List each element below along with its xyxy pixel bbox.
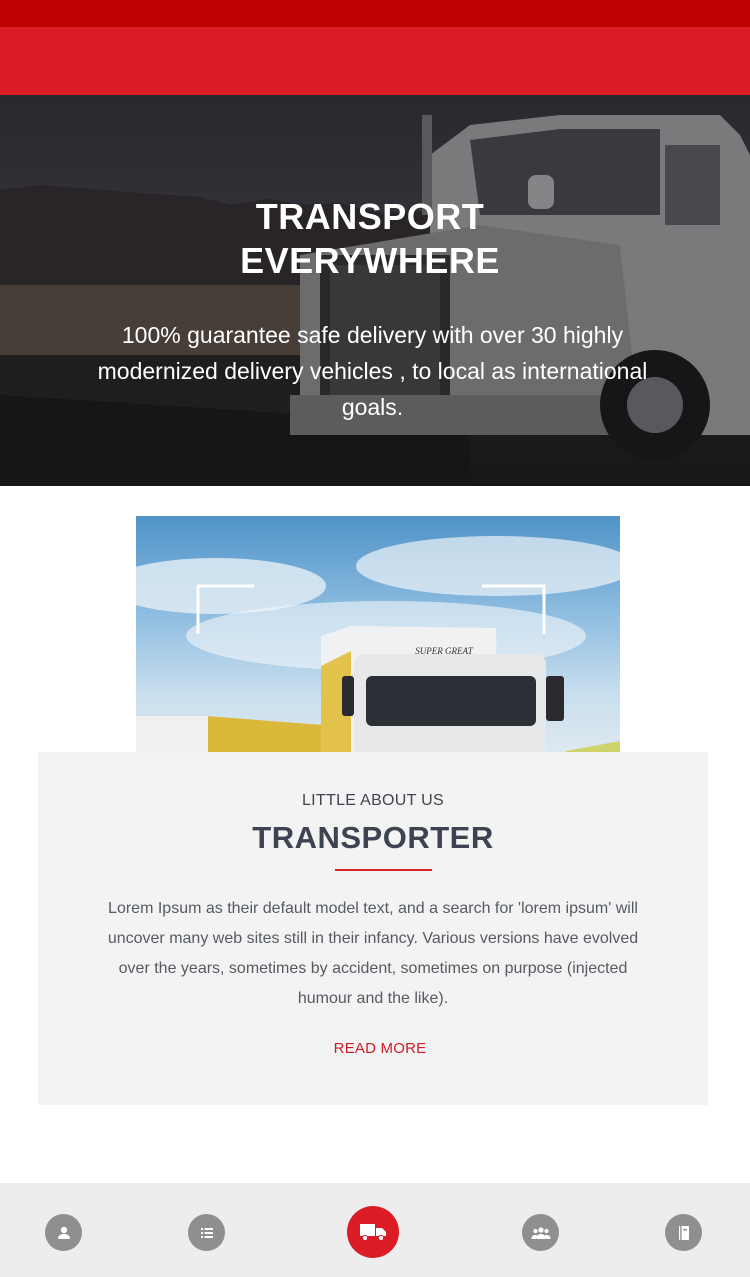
hero-title-line1: TRANSPORT	[255, 196, 485, 237]
bottom-nav	[0, 1183, 750, 1277]
nav-list-button[interactable]	[188, 1214, 225, 1251]
hero-subtitle: 100% guarantee safe delivery with over 3…	[97, 322, 648, 420]
nav-notes-button[interactable]	[665, 1214, 702, 1251]
hero-title: TRANSPORT EVERYWHERE	[0, 195, 740, 283]
app-header	[0, 27, 750, 95]
truck-icon	[360, 1224, 386, 1242]
nav-profile-button[interactable]	[45, 1214, 82, 1251]
hero-banner: TRANSPORT EVERYWHERE 100% guarantee safe…	[0, 95, 750, 486]
book-icon	[678, 1225, 689, 1240]
group-icon	[531, 1226, 550, 1239]
read-more-link[interactable]: READ MORE	[38, 1040, 722, 1057]
about-body: Lorem Ipsum as their default model text,…	[107, 900, 639, 1007]
truck-brand-label: SUPER GREAT	[415, 646, 473, 656]
list-icon	[200, 1227, 213, 1238]
about-card: LITTLE ABOUT US TRANSPORTER Lorem Ipsum …	[38, 752, 708, 1105]
nav-team-button[interactable]	[522, 1214, 559, 1251]
hero-overlay	[0, 95, 750, 486]
status-bar	[0, 0, 750, 27]
promo-truck-image: SUPER GREAT	[136, 516, 620, 756]
about-kicker: LITTLE ABOUT US	[301, 792, 445, 809]
hero-title-line2: EVERYWHERE	[240, 240, 500, 281]
user-icon	[57, 1226, 70, 1239]
about-title: TRANSPORTER	[252, 820, 494, 855]
title-underline	[335, 869, 432, 871]
nav-transport-button[interactable]	[347, 1206, 399, 1258]
